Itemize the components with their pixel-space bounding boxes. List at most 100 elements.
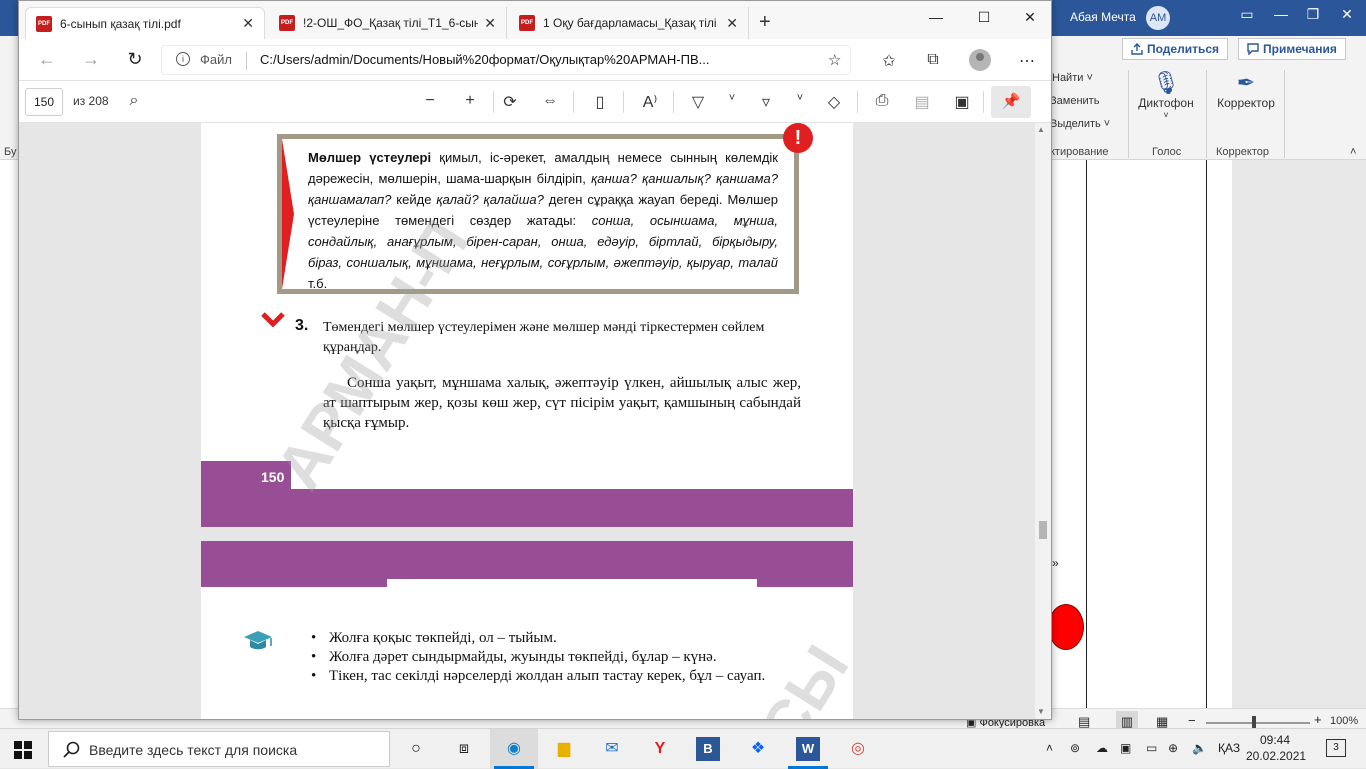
check-icon (261, 312, 285, 327)
find-button[interactable]: Найти ˅ (1052, 72, 1093, 84)
taskbar-search-input[interactable]: Введите здесь текст для поиска (48, 731, 390, 767)
minimize-icon[interactable]: — (1266, 6, 1296, 22)
zoom-level[interactable]: 100% (1330, 715, 1358, 727)
corrector-label: Корректор (1217, 96, 1275, 110)
list-item: • Тікен, тас секілді нәрселерді жолдан ал… (311, 667, 781, 686)
zoom-in-icon[interactable]: + (459, 92, 481, 110)
rotate-icon[interactable]: ⟳ (499, 92, 521, 112)
cortana-icon[interactable]: ○ (404, 737, 428, 761)
share-button[interactable]: Поделиться (1122, 38, 1229, 60)
close-icon[interactable]: ✕ (1332, 6, 1362, 23)
chevron-down-icon[interactable]: ˅ (789, 92, 811, 104)
dropbox-icon[interactable]: ❖ (746, 737, 770, 761)
favorites-icon[interactable]: ✩ (877, 51, 901, 71)
add-favorite-icon[interactable]: ☆ (828, 51, 841, 69)
notes-button[interactable]: Примечания (1238, 38, 1346, 60)
scrollbar[interactable] (1035, 123, 1051, 719)
zoom-out-icon[interactable]: − (419, 92, 441, 110)
task-view-icon[interactable]: ⧈ (452, 737, 476, 761)
replace-button[interactable]: Заменить (1050, 95, 1099, 107)
language-indicator[interactable]: ҚАЗ (1218, 741, 1240, 755)
tab-pdf-2[interactable]: PDF !2-ОШ_ФО_Қазақ тілі_Т1_6-сын ✕ (269, 7, 507, 39)
close-icon[interactable]: ✕ (726, 15, 738, 32)
word-icon[interactable]: W (796, 737, 820, 761)
more-chevron-icon[interactable]: » (1052, 556, 1059, 570)
chevron-down-icon[interactable]: ˅ (721, 92, 743, 104)
tray-display-icon[interactable]: ▣ (1120, 741, 1131, 755)
select-button[interactable]: Выделить ˅ (1050, 118, 1110, 130)
scrollbar-thumb[interactable] (1039, 521, 1047, 539)
clock[interactable]: 09:44 20.02.2021 (1246, 732, 1306, 764)
chrome-icon[interactable]: ◎ (846, 737, 870, 761)
collections-icon[interactable]: ⧉ (921, 51, 945, 69)
forward-icon[interactable]: → (79, 49, 103, 70)
close-icon[interactable]: ✕ (484, 15, 496, 32)
avatar[interactable]: АМ (1146, 6, 1170, 30)
highlight-icon[interactable]: ▿ (755, 92, 777, 112)
tray-app-icon[interactable]: ⊚ (1070, 741, 1080, 755)
list-item: • Жолға дәрет сындырмайды, жуынды төкпейд… (311, 648, 781, 667)
pin-toolbar-icon[interactable]: 📌 (991, 86, 1031, 118)
red-circle-shape[interactable] (1048, 604, 1084, 650)
new-tab-icon[interactable]: + (759, 11, 771, 34)
comment-icon (1247, 43, 1259, 56)
corrector-button[interactable]: ✒ Корректор (1212, 70, 1280, 110)
zoom-slider-thumb[interactable] (1252, 716, 1256, 728)
network-icon[interactable]: ⊕ (1168, 741, 1178, 755)
mail-icon[interactable]: ✉ (600, 737, 624, 761)
maximize-icon[interactable]: ☐ (969, 9, 999, 26)
close-icon[interactable]: ✕ (242, 15, 254, 32)
read-aloud-icon[interactable]: A⁾ (639, 92, 661, 112)
collapse-ribbon-icon[interactable]: ˄ (1350, 146, 1356, 158)
save-icon[interactable]: ▤ (911, 92, 933, 112)
back-icon[interactable]: ← (35, 49, 59, 70)
url-field[interactable]: i Файл C:/Users/admin/Documents/Новый%20… (161, 45, 851, 75)
tray-expand-icon[interactable]: ˄ (1046, 741, 1053, 755)
file-explorer-icon[interactable]: ▆ (552, 737, 576, 761)
battery-icon[interactable]: ▭ (1146, 741, 1157, 755)
restore-icon[interactable]: ❐ (1298, 6, 1328, 23)
page-view-icon[interactable]: ▯ (589, 92, 611, 112)
tab-title: 6-сынып қазақ тілі.pdf (60, 16, 181, 31)
refresh-icon[interactable]: ↻ (123, 49, 147, 70)
exclamation-icon: ! (783, 123, 813, 153)
bullet-list: • Жолға қоқыс төкпейді, ол – тыйым. • Жолғ… (311, 629, 781, 686)
scroll-up-icon[interactable]: ▲ (1037, 125, 1045, 134)
more-menu-icon[interactable]: ⋯ (1015, 51, 1039, 71)
page-number-input[interactable]: 150 (25, 88, 63, 116)
url-text[interactable]: C:/Users/admin/Documents/Новый%20формат/… (260, 52, 820, 67)
divider (983, 91, 984, 113)
red-marker-shape (282, 139, 294, 289)
b-app-icon[interactable]: B (696, 737, 720, 761)
volume-icon[interactable]: 🔈 (1192, 741, 1207, 755)
notes-label: Примечания (1263, 42, 1337, 56)
save-as-icon[interactable]: ▣ (951, 92, 973, 112)
profile-icon[interactable] (969, 49, 991, 71)
tab-pdf-3[interactable]: PDF 1 Оқу бағдарламасы_Қазақ тілі ✕ (509, 7, 749, 39)
notifications-icon[interactable]: 3 (1326, 739, 1346, 757)
scroll-down-icon[interactable]: ▼ (1037, 707, 1045, 716)
info-icon[interactable]: i (176, 52, 190, 66)
onedrive-icon[interactable]: ☁ (1096, 741, 1108, 755)
rule-mid: кейде (391, 192, 437, 207)
close-icon[interactable]: ✕ (1015, 9, 1045, 26)
yandex-icon[interactable]: Y (648, 737, 672, 761)
fit-page-icon[interactable]: ⇔ (539, 92, 561, 110)
minimize-icon[interactable]: — (921, 9, 951, 25)
windows-start-icon[interactable] (14, 741, 32, 759)
pdf-viewer[interactable]: Мөлшер үстеулері қимыл, іс-әрекет, амалд… (19, 123, 1051, 719)
ribbon-display-icon[interactable]: ▭ (1232, 6, 1262, 23)
zoom-out-icon[interactable]: − (1188, 713, 1196, 728)
draw-icon[interactable]: ▽ (687, 92, 709, 112)
list-item-text: Тікен, тас секілді нәрселерді жолдан алы… (329, 668, 766, 684)
page-border-line (1086, 160, 1087, 708)
dictaphone-button[interactable]: 🎙 Диктофон ˅ (1136, 70, 1196, 120)
zoom-in-icon[interactable]: + (1314, 712, 1322, 727)
rule-term: Мөлшер үстеулері (308, 150, 432, 165)
zoom-slider[interactable] (1206, 722, 1310, 724)
edge-icon[interactable]: ◉ (502, 737, 526, 761)
search-icon[interactable]: ⌕ (123, 92, 145, 110)
tab-pdf-1[interactable]: PDF 6-сынып қазақ тілі.pdf ✕ (25, 7, 265, 39)
eraser-icon[interactable]: ◇ (823, 92, 845, 112)
print-icon[interactable]: ⎙ (871, 92, 893, 110)
